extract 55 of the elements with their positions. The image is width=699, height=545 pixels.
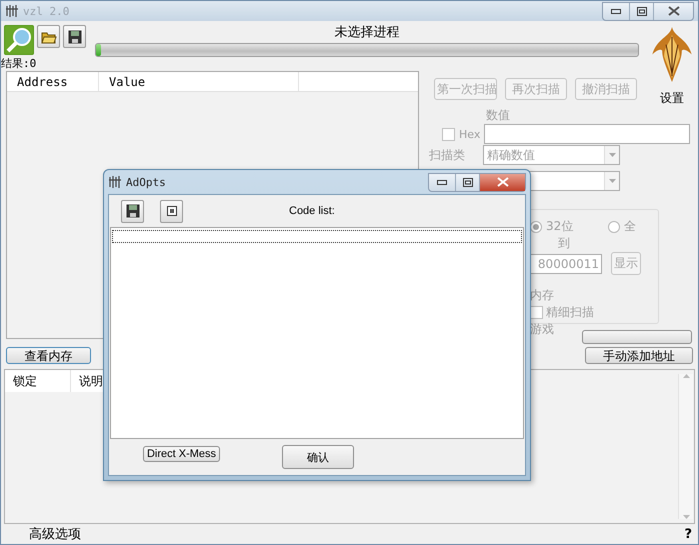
radio-button[interactable] <box>530 220 542 232</box>
column-header[interactable]: Address <box>7 72 99 91</box>
close-icon[interactable] <box>668 6 680 16</box>
scrollbar[interactable] <box>678 374 693 519</box>
option-label: 游戏 <box>530 321 554 338</box>
advanced-options-label[interactable]: 高级选项 <box>29 525 81 543</box>
caret-icon <box>608 153 616 157</box>
list-row[interactable] <box>112 230 522 243</box>
scan-type-value: 精确数值 <box>487 146 535 164</box>
radio-label: 32位 <box>546 218 574 235</box>
add-address-button[interactable]: 手动添加地址 <box>585 347 693 364</box>
option-label: 精细扫描 <box>546 304 594 321</box>
confirm-button[interactable]: 确认 <box>282 445 354 469</box>
save-button[interactable] <box>121 200 144 222</box>
folder-icon <box>40 30 56 44</box>
maximize-icon[interactable] <box>636 6 646 16</box>
option-label: 内存 <box>530 287 554 304</box>
value-label: 数值 <box>486 107 510 124</box>
blank-button[interactable] <box>582 330 692 344</box>
radio-label: 全 <box>624 218 636 235</box>
flame-logo <box>650 27 694 82</box>
column-header[interactable]: Value <box>99 72 299 91</box>
save-icon <box>126 204 140 218</box>
code-list-label: Code list: <box>289 205 335 217</box>
window-title: vzl 2.0 <box>23 4 70 18</box>
checkbox[interactable] <box>530 306 543 319</box>
end-address-value: 80000011 <box>538 256 599 270</box>
search-button[interactable] <box>4 25 34 55</box>
pause-button[interactable] <box>160 200 183 222</box>
to-label: 到 <box>558 235 570 252</box>
radio-button[interactable] <box>608 220 620 232</box>
app-icon <box>108 176 122 188</box>
settings-label: 设置 <box>660 90 684 107</box>
help-label[interactable]: ? <box>684 526 692 542</box>
scan-type-label: 扫描类 <box>429 146 466 164</box>
hex-label: Hex <box>459 128 480 140</box>
open-button[interactable] <box>37 25 60 48</box>
app-icon <box>5 5 19 17</box>
save-button[interactable] <box>63 25 86 48</box>
dialog-title: AdOpts <box>126 176 166 188</box>
search-icon <box>6 27 32 53</box>
pause-icon <box>166 206 176 216</box>
minimize-icon[interactable] <box>611 8 621 14</box>
column-header[interactable]: 锁定 <box>5 370 71 392</box>
save-icon <box>68 30 82 44</box>
minimize-icon[interactable] <box>437 180 447 184</box>
view-memory-button[interactable]: 查看内存 <box>6 347 91 364</box>
result-count: 结果:0 <box>1 57 36 71</box>
directx-button[interactable]: Direct X-Mess <box>143 446 220 462</box>
caret-icon <box>608 179 616 183</box>
scroll-up-icon <box>682 374 690 378</box>
process-title: 未选择进程 <box>334 25 400 40</box>
value-field[interactable] <box>484 124 690 144</box>
scroll-down-icon <box>682 515 690 519</box>
maximize-icon[interactable] <box>462 178 472 186</box>
